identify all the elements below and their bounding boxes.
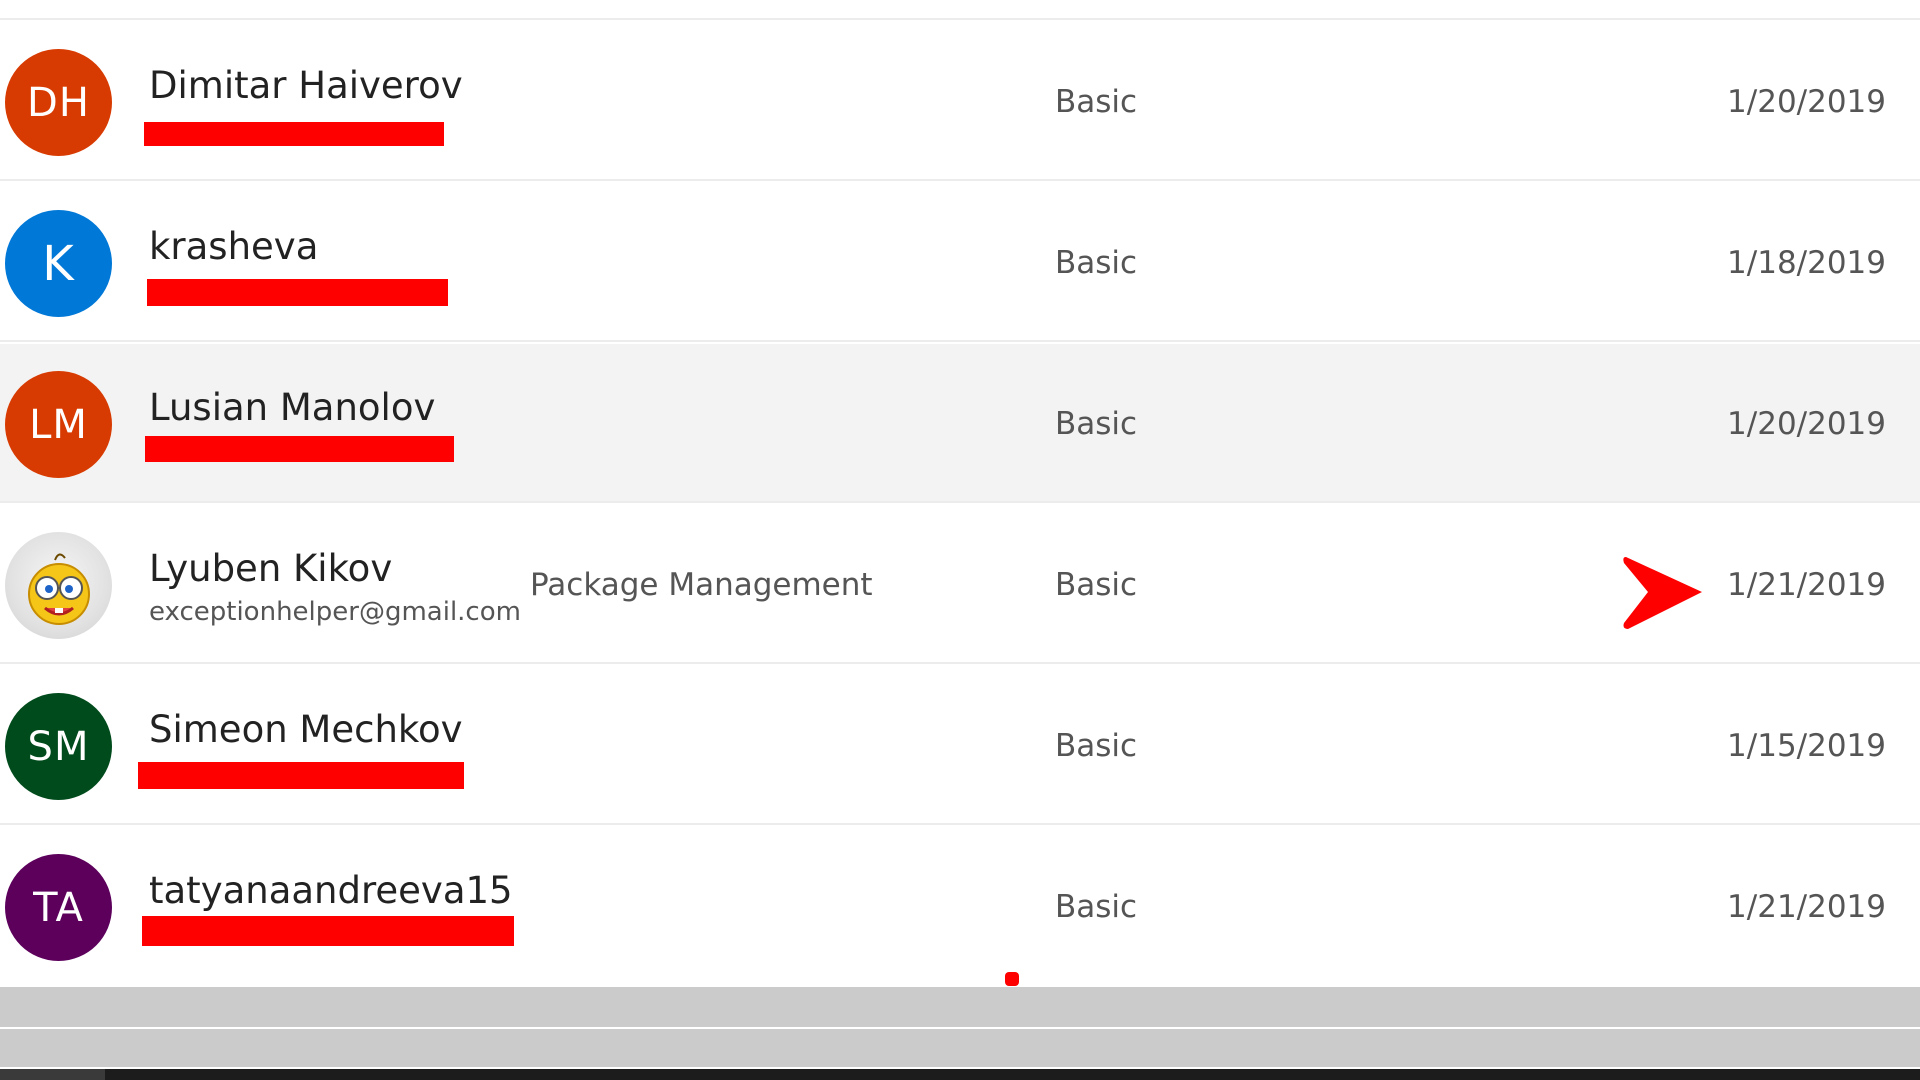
list-top-divider	[0, 0, 1920, 20]
license-type: Basic	[1055, 567, 1138, 603]
date-added: 1/15/2019	[1727, 728, 1886, 764]
redaction-mark	[144, 122, 444, 146]
user-avatar: TA	[5, 854, 112, 961]
redaction-mark	[145, 436, 454, 462]
user-avatar: DH	[5, 49, 112, 156]
taskbar	[0, 1069, 1920, 1080]
red-dot-annotation	[1005, 972, 1019, 986]
user-name: krasheva	[149, 225, 319, 268]
scrollbar-track[interactable]	[0, 1029, 1920, 1067]
date-added: 1/20/2019	[1727, 84, 1886, 120]
user-name: tatyanaandreeva155@	[149, 869, 513, 912]
redaction-mark	[142, 916, 514, 946]
taskbar-start-segment[interactable]	[0, 1069, 105, 1080]
user-avatar: LM	[5, 371, 112, 478]
license-type: Basic	[1055, 728, 1138, 764]
license-type: Basic	[1055, 889, 1138, 925]
date-added: 1/21/2019	[1727, 567, 1886, 603]
user-row[interactable]: LM Lusian Manolov Basic 1/20/2019	[0, 344, 1920, 503]
user-name: Lyuben Kikov	[149, 547, 393, 590]
license-type: Basic	[1055, 245, 1138, 281]
license-type: Basic	[1055, 84, 1138, 120]
user-name: Simeon Mechkov	[149, 708, 463, 751]
date-added: 1/20/2019	[1727, 406, 1886, 442]
user-department: Package Management	[530, 567, 873, 603]
user-row[interactable]: TA tatyanaandreeva155@ Basic 1/21/2019	[0, 827, 1920, 986]
avatar-image	[27, 553, 90, 625]
date-added: 1/21/2019	[1727, 889, 1886, 925]
license-type: Basic	[1055, 406, 1138, 442]
user-row[interactable]: SM Simeon Mechkov Basic 1/15/2019	[0, 666, 1920, 825]
horizontal-scrollbar[interactable]	[0, 987, 1920, 1027]
user-name: Lusian Manolov	[149, 386, 436, 429]
user-row[interactable]: Lyuben Kikov exceptionhelper@gmail.com P…	[0, 505, 1920, 664]
user-avatar: K	[5, 210, 112, 317]
user-row[interactable]: DH Dimitar Haiverov Basic 1/20/2019	[0, 22, 1920, 181]
user-list: DH Dimitar Haiverov Basic 1/20/2019 K kr…	[0, 0, 1920, 985]
redaction-mark	[147, 279, 448, 306]
user-email: exceptionhelper@gmail.com	[149, 597, 521, 627]
user-avatar: SM	[5, 693, 112, 800]
user-row[interactable]: K krasheva Basic 1/18/2019	[0, 183, 1920, 342]
redaction-mark	[138, 762, 464, 789]
red-arrow-icon	[1623, 557, 1702, 629]
user-name: Dimitar Haiverov	[149, 64, 463, 107]
cartoon-face-icon	[5, 532, 112, 639]
date-added: 1/18/2019	[1727, 245, 1886, 281]
